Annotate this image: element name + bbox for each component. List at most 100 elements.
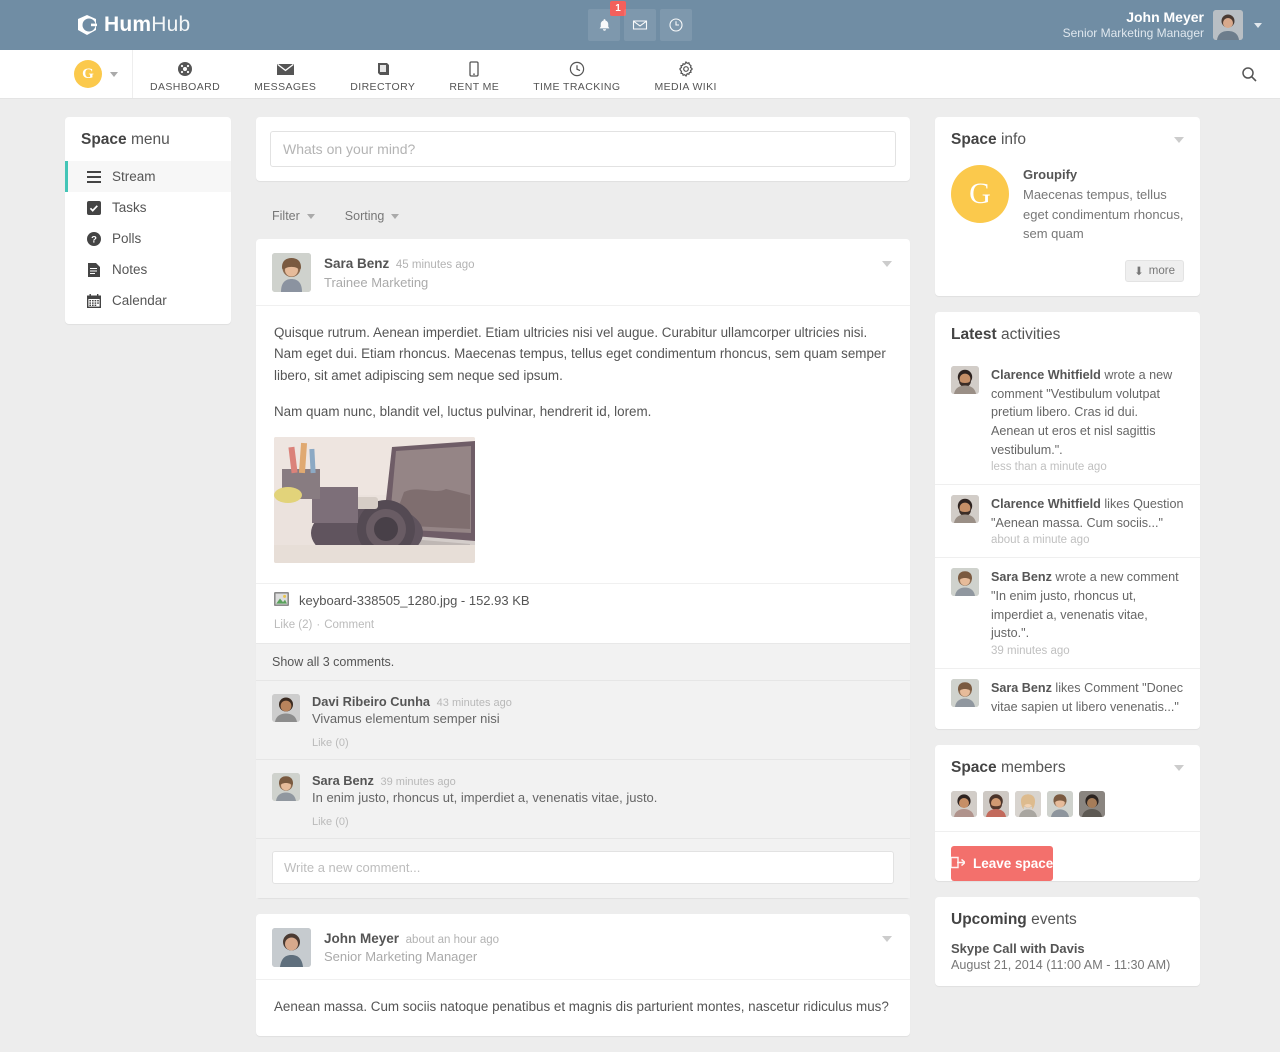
activity-text: Sara Benz wrote a new comment "In enim j…	[991, 568, 1184, 643]
comment-body: Sara Benz 39 minutes ago In enim justo, …	[312, 773, 894, 828]
humhub-mark-icon	[74, 12, 100, 38]
comment-like-button[interactable]: Like (0)	[312, 737, 894, 749]
chevron-down-icon[interactable]	[1174, 137, 1184, 143]
sidebar-item-polls[interactable]: ? Polls	[65, 223, 231, 254]
title-light: members	[1001, 759, 1066, 776]
chevron-down-icon	[307, 214, 315, 219]
sidebar-item-calendar[interactable]: Calendar	[65, 285, 231, 316]
entry-author[interactable]: John Meyer	[324, 931, 399, 946]
left-sidebar: Space menu Stream Tasks ? Polls Notes	[65, 117, 231, 340]
sidebar-item-notes[interactable]: Notes	[65, 254, 231, 285]
stream-filter-bar: Filter Sorting	[256, 197, 910, 239]
post-input[interactable]	[270, 131, 896, 167]
activity-actor[interactable]: Clarence Whitfield	[991, 368, 1101, 382]
activity-time: less than a minute ago	[991, 461, 1184, 473]
avatar[interactable]	[951, 568, 979, 596]
avatar[interactable]	[272, 773, 300, 801]
user-role: Senior Marketing Manager	[1063, 26, 1204, 41]
sidebar-item-label: Tasks	[112, 200, 147, 215]
comment-input[interactable]	[272, 851, 894, 884]
nav-item-time-tracking[interactable]: TIME TRACKING	[516, 50, 637, 98]
nav-item-dashboard[interactable]: DASHBOARD	[133, 50, 237, 98]
like-button[interactable]: Like (2)	[274, 619, 312, 631]
title-bold: Space	[81, 131, 127, 148]
entry-actions: Like (2) · Comment	[256, 617, 910, 643]
search-icon[interactable]	[1241, 50, 1258, 98]
title-light: menu	[131, 131, 170, 148]
leave-space-button[interactable]: Leave space	[951, 846, 1053, 881]
activities-clock-icon[interactable]	[660, 9, 692, 41]
sidebar-item-label: Notes	[112, 262, 147, 277]
avatar[interactable]	[1213, 10, 1243, 40]
action-separator: ·	[316, 619, 320, 631]
avatar[interactable]	[272, 694, 300, 722]
humhub-wordmark: HumHub	[104, 13, 190, 37]
nav-item-rent-me[interactable]: RENT ME	[432, 50, 516, 98]
activity-actor[interactable]: Clarence Whitfield	[991, 497, 1101, 511]
nav-item-messages[interactable]: MESSAGES	[237, 50, 333, 98]
avatar[interactable]	[272, 928, 311, 967]
chevron-down-icon[interactable]	[110, 72, 118, 77]
messages-icon[interactable]	[624, 9, 656, 41]
avatar[interactable]	[951, 679, 979, 707]
comment-like-button[interactable]: Like (0)	[312, 816, 894, 828]
nav-label: MEDIA WIKI	[654, 81, 716, 93]
sidebar-item-label: Polls	[112, 231, 141, 246]
comment-time: 39 minutes ago	[381, 776, 456, 788]
activity-content: Sara Benz wrote a new comment "In enim j…	[991, 568, 1184, 657]
question-circle-icon: ?	[86, 232, 101, 246]
comment-author[interactable]: Sara Benz	[312, 773, 374, 788]
avatar[interactable]	[1079, 791, 1105, 817]
avatar[interactable]	[272, 253, 311, 292]
avatar[interactable]	[951, 366, 979, 394]
humhub-logo[interactable]: HumHub	[74, 12, 190, 38]
comment-button[interactable]: Comment	[324, 619, 374, 631]
sidebar-item-label: Stream	[112, 169, 156, 184]
check-square-icon	[86, 201, 101, 215]
sorting-dropdown[interactable]: Sorting	[345, 209, 400, 223]
avatar[interactable]	[951, 495, 979, 523]
entry-menu-icon[interactable]	[882, 936, 892, 942]
avatar[interactable]	[983, 791, 1009, 817]
entry-paragraph: Nam quam nunc, blandit vel, luctus pulvi…	[274, 401, 892, 423]
comment-author[interactable]: Davi Ribeiro Cunha	[312, 694, 430, 709]
user-menu[interactable]: John Meyer Senior Marketing Manager	[1063, 9, 1262, 42]
title-bold: Upcoming	[951, 911, 1027, 928]
comment-form	[256, 839, 910, 898]
brand-light: Hub	[151, 13, 190, 36]
activity-time: 39 minutes ago	[991, 645, 1184, 657]
gear-icon	[678, 61, 694, 77]
attached-image[interactable]	[274, 437, 475, 563]
nav-item-directory[interactable]: DIRECTORY	[333, 50, 432, 98]
activity-actor[interactable]: Sara Benz	[991, 681, 1052, 695]
right-sidebar: Space info G Groupify Maecenas tempus, t…	[935, 117, 1200, 1002]
space-switcher[interactable]: G	[0, 50, 133, 98]
sidebar-item-stream[interactable]: Stream	[65, 161, 231, 192]
more-row: ⬇ more	[935, 254, 1200, 296]
show-more-button[interactable]: ⬇ more	[1125, 260, 1184, 282]
title-light: info	[1001, 131, 1026, 148]
sidebar-item-tasks[interactable]: Tasks	[65, 192, 231, 223]
file-text-icon	[86, 263, 101, 277]
entry-meta: John Meyer about an hour ago Senior Mark…	[324, 928, 499, 968]
attachment-name[interactable]: keyboard-338505_1280.jpg - 152.93 KB	[299, 593, 530, 608]
entry-attachment: keyboard-338505_1280.jpg - 152.93 KB	[256, 583, 910, 617]
show-all-comments-link[interactable]: Show all 3 comments.	[256, 644, 910, 681]
entry-header: Sara Benz 45 minutes ago Trainee Marketi…	[256, 239, 910, 306]
entry-author[interactable]: Sara Benz	[324, 256, 389, 271]
avatar[interactable]	[1015, 791, 1041, 817]
notifications-icon[interactable]: 1	[588, 9, 620, 41]
header-icon-group: 1	[588, 9, 692, 41]
comment-item: Sara Benz 39 minutes ago In enim justo, …	[256, 760, 910, 839]
event-item[interactable]: Skype Call with Davis August 21, 2014 (1…	[935, 941, 1200, 986]
activity-actor[interactable]: Sara Benz	[991, 570, 1052, 584]
filter-label: Filter	[272, 209, 300, 223]
avatar[interactable]	[951, 791, 977, 817]
nav-item-media-wiki[interactable]: MEDIA WIKI	[637, 50, 733, 98]
chevron-down-icon[interactable]	[1174, 765, 1184, 771]
avatar[interactable]	[1047, 791, 1073, 817]
entry-menu-icon[interactable]	[882, 261, 892, 267]
activity-content: Clarence Whitfield likes Question "Aenea…	[991, 495, 1184, 546]
nav-label: DASHBOARD	[150, 81, 220, 93]
filter-dropdown[interactable]: Filter	[272, 209, 315, 223]
